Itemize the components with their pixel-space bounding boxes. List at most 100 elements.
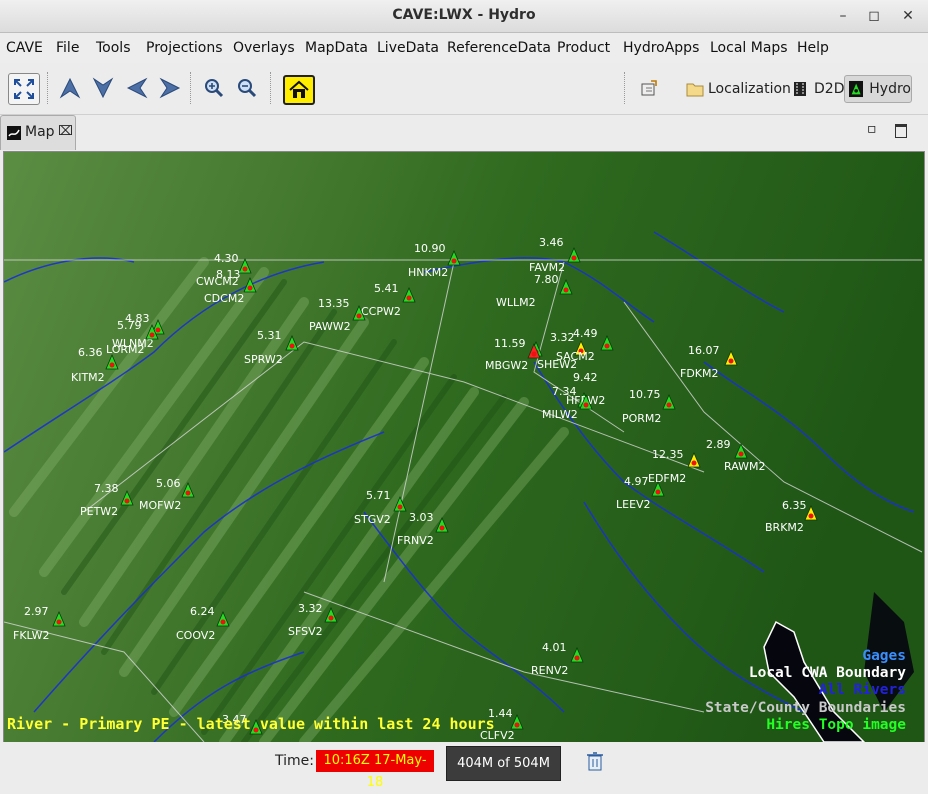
menu-overlays[interactable]: Overlays xyxy=(233,40,295,56)
pan-left-icon[interactable] xyxy=(122,73,152,103)
gage-value: 12.35 xyxy=(652,448,684,461)
minimize-view-icon[interactable]: ▫ xyxy=(867,121,877,137)
gage-id: STGV2 xyxy=(354,513,391,526)
gage-value: 4.97 xyxy=(624,475,649,488)
gage-hnkm2[interactable]: 10.90 HNKM2 xyxy=(408,242,461,279)
tab-map-label: Map xyxy=(25,124,55,140)
menu-local-maps[interactable]: Local Maps xyxy=(710,40,788,56)
gage-marker-dot xyxy=(451,258,457,264)
trash-icon[interactable] xyxy=(586,751,604,771)
gage-value: 6.24 xyxy=(190,605,215,618)
menu-tools[interactable]: Tools xyxy=(96,40,131,56)
menu-livedata[interactable]: LiveData xyxy=(377,40,439,56)
gage-frnv2[interactable]: 3.03 FRNV2 xyxy=(397,511,449,547)
gage-value: 3.32 xyxy=(550,331,575,344)
perspective-d2d[interactable]: D2D xyxy=(786,75,850,103)
hydro-home-icon[interactable] xyxy=(283,75,315,105)
gage-id: BRKM2 xyxy=(765,521,804,534)
perspective-d2d-label: D2D xyxy=(814,81,845,97)
menu-help[interactable]: Help xyxy=(797,40,829,56)
open-perspective-icon[interactable] xyxy=(634,73,664,103)
menu-cave[interactable]: CAVE xyxy=(6,40,43,56)
gage-mofw2[interactable]: 5.06 MOFW2 xyxy=(139,477,195,512)
gage-coov2[interactable]: 6.24 COOV2 xyxy=(176,605,230,642)
time-value[interactable]: 10:16Z 17-May-18 xyxy=(316,750,434,790)
gage-id: LORM2 xyxy=(106,343,145,356)
zoom-out-icon[interactable] xyxy=(232,73,262,103)
gage-wllm2[interactable]: 7.80 WLLM2 xyxy=(496,273,573,309)
map-icon xyxy=(7,126,21,140)
gage-brkm2[interactable]: 6.35 BRKM2 xyxy=(765,499,818,534)
menu-file[interactable]: File xyxy=(56,40,79,56)
close-icon[interactable]: ✕ xyxy=(897,6,919,26)
gage-marker-dot xyxy=(56,619,62,625)
gage-sprw2[interactable]: 5.31 SPRW2 xyxy=(244,329,299,366)
gage-id: PETW2 xyxy=(80,505,118,518)
gage-paww2[interactable]: 13.35 PAWW2 xyxy=(309,297,366,333)
gage-marker-dot xyxy=(531,351,537,357)
gage-marker-dot xyxy=(574,655,580,661)
gage-id: PORM2 xyxy=(622,412,661,425)
gage-fdkm2[interactable]: 16.07 FDKM2 xyxy=(680,344,738,380)
gage-value: 7.38 xyxy=(94,482,119,495)
gage-marker-dot xyxy=(691,460,697,466)
memory-indicator[interactable]: 404M of 504M xyxy=(446,746,561,781)
legend-cwa-boundary: Local CWA Boundary xyxy=(748,665,906,681)
gage-id: WLLM2 xyxy=(496,296,536,309)
gage-marker-dot xyxy=(149,332,155,338)
menu-mapdata[interactable]: MapData xyxy=(305,40,368,56)
perspective-localization-label: Localization xyxy=(708,81,791,97)
gage-marker-dot xyxy=(728,358,734,364)
menu-product[interactable]: Product xyxy=(557,40,610,56)
pan-right-icon[interactable] xyxy=(155,73,185,103)
folder-icon xyxy=(686,83,704,97)
menu-hydroapps[interactable]: HydroApps xyxy=(623,40,699,56)
gage-marker-dot xyxy=(604,343,610,349)
zoom-in-icon[interactable] xyxy=(199,73,229,103)
perspective-localization[interactable]: Localization xyxy=(680,75,797,103)
gage-id: PAWW2 xyxy=(309,320,351,333)
gage-stgv2[interactable]: 5.71 STGV2 xyxy=(354,489,407,526)
menu-projections[interactable]: Projections xyxy=(146,40,223,56)
menu-referencedata[interactable]: ReferenceData xyxy=(447,40,551,56)
gage-value: 3.03 xyxy=(409,511,434,524)
gage-renv2[interactable]: 4.01 RENV2 xyxy=(531,641,584,677)
gage-value: 4.49 xyxy=(573,327,598,340)
gage-id: CCPW2 xyxy=(361,305,401,318)
gage-value: 2.89 xyxy=(706,438,731,451)
gage-sfsv2[interactable]: 3.32 SFSV2 xyxy=(288,602,338,638)
gage-id: SACM2 xyxy=(556,350,595,363)
pan-down-icon[interactable] xyxy=(88,73,118,103)
gage-marker-dot xyxy=(356,313,362,319)
gage-id: EDFM2 xyxy=(648,472,686,485)
gage-layer: 3.46FAVM210.90HNKM24.30CWCM28.13CDCM27.8… xyxy=(13,236,818,742)
tab-map[interactable]: Map ⌧ xyxy=(0,115,76,150)
pan-up-icon[interactable] xyxy=(55,73,85,103)
gage-value: 7.34 xyxy=(552,385,577,398)
gage-rawm2[interactable]: 2.89 RAWM2 xyxy=(706,438,766,473)
gage-porm2[interactable]: 10.75 PORM2 xyxy=(622,388,676,425)
window-title: CAVE:LWX - Hydro xyxy=(392,7,536,23)
legend-all-rivers: All Rivers xyxy=(818,682,906,698)
gage-petw2[interactable]: 7.38 PETW2 xyxy=(80,482,134,518)
gage-marker-dot xyxy=(247,285,253,291)
gage-ccpw2[interactable]: 5.41 CCPW2 xyxy=(361,282,416,318)
gage-marker-dot xyxy=(808,513,814,519)
zoom-extent-icon[interactable] xyxy=(8,73,40,105)
gage-marker-dot xyxy=(220,619,226,625)
maximize-icon[interactable]: ◻ xyxy=(863,6,885,26)
perspective-hydro[interactable]: Hydro xyxy=(844,75,912,103)
gage-id: FRNV2 xyxy=(397,534,434,547)
gage-fklw2[interactable]: 2.97 FKLW2 xyxy=(13,605,66,642)
maximize-view-icon[interactable] xyxy=(895,124,907,138)
gage-edfm2[interactable]: 12.35 EDFM2 xyxy=(648,448,701,485)
gage-value: 2.97 xyxy=(24,605,49,618)
map-canvas[interactable]: 3.46 FAVM2 10.90 HNKM2 4.30 CWCM2 8.13 CDCM2 7.8… xyxy=(3,151,925,743)
gage-icon xyxy=(849,80,864,98)
minimize-icon[interactable]: – xyxy=(832,6,854,26)
tab-close-icon[interactable]: ⌧ xyxy=(58,124,73,139)
gage-value: 5.31 xyxy=(257,329,282,342)
gage-favm2[interactable]: 3.46FAVM2 xyxy=(529,236,581,274)
gage-id: FKLW2 xyxy=(13,629,50,642)
gage-marker-dot xyxy=(655,489,661,495)
